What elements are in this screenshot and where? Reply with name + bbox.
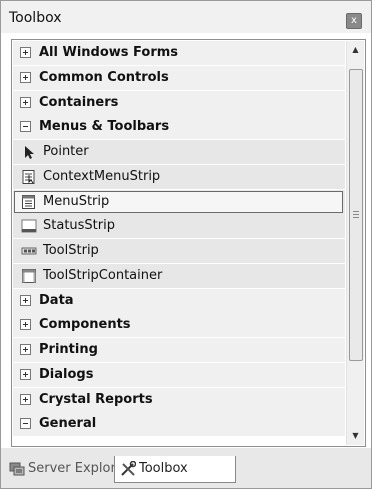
category-general[interactable]: General: [13, 412, 345, 436]
context-menu-strip-icon: [21, 169, 37, 185]
tool-strip-icon: [21, 243, 37, 259]
server-explorer-icon: [9, 462, 25, 476]
window-title: Toolbox: [9, 10, 62, 26]
scroll-thumb[interactable]: [349, 69, 363, 361]
toolbox-item-statusstrip[interactable]: StatusStrip: [13, 214, 345, 238]
scroll-up-button[interactable]: ▲: [347, 41, 364, 58]
menu-strip-icon: [21, 194, 37, 210]
row-label: ContextMenuStrip: [43, 169, 161, 184]
toolbox-item-contextmenustrip[interactable]: ContextMenuStrip: [13, 165, 345, 189]
expand-icon[interactable]: [20, 47, 31, 58]
expand-icon[interactable]: [20, 369, 31, 380]
status-strip-icon: [21, 218, 37, 234]
pointer-icon: [21, 144, 37, 160]
category-components[interactable]: Components: [13, 313, 345, 337]
row-label: Dialogs: [39, 367, 94, 382]
row-label: Pointer: [43, 144, 89, 159]
tool-strip-container-icon: [21, 268, 37, 284]
expand-icon[interactable]: [20, 295, 31, 306]
scroll-down-button[interactable]: ▼: [347, 427, 364, 444]
row-label: Data: [39, 293, 74, 308]
toolbox-item-pointer[interactable]: Pointer: [13, 140, 345, 164]
toolbox-item-toolstrip[interactable]: ToolStrip: [13, 239, 345, 263]
category-all-windows-forms[interactable]: All Windows Forms: [13, 41, 345, 65]
toolbox-icon: [121, 461, 136, 476]
expand-icon[interactable]: [20, 97, 31, 108]
toolbox-list-frame: All Windows Forms Common Controls Containe…: [11, 39, 366, 447]
toolbox-list: All Windows Forms Common Controls Containe…: [13, 41, 345, 445]
close-button[interactable]: x: [346, 13, 362, 29]
toolbox-window: Toolbox x All Windows Forms Common Contro…: [0, 0, 372, 489]
expand-icon[interactable]: [20, 319, 31, 330]
toolbox-item-menustrip[interactable]: MenuStrip: [13, 190, 345, 214]
tab-strip: Server Explorer Toolbox: [1, 448, 371, 488]
row-label: ToolStrip: [43, 243, 99, 258]
expand-icon[interactable]: [20, 72, 31, 83]
collapse-icon[interactable]: [20, 418, 31, 429]
tab-server-explorer[interactable]: Server Explorer: [5, 456, 129, 482]
category-dialogs[interactable]: Dialogs: [13, 363, 345, 387]
vertical-scrollbar[interactable]: ▲ ▼: [346, 41, 364, 445]
category-containers[interactable]: Containers: [13, 91, 345, 115]
category-common-controls[interactable]: Common Controls: [13, 66, 345, 90]
toolbox-item-toolstripcontainer[interactable]: ToolStripContainer: [13, 264, 345, 288]
tab-toolbox[interactable]: Toolbox: [114, 456, 236, 483]
row-label: MenuStrip: [43, 194, 110, 209]
grip-line: [353, 214, 359, 215]
title-bar: Toolbox x: [1, 1, 371, 33]
row-label: Common Controls: [39, 70, 169, 85]
collapse-icon[interactable]: [20, 121, 31, 132]
grip-line: [353, 211, 359, 212]
row-label: ToolStripContainer: [43, 268, 163, 283]
row-label: General: [39, 416, 97, 431]
tab-label: Toolbox: [139, 461, 188, 476]
chevron-down-icon: ▼: [352, 431, 359, 440]
row-label: Components: [39, 317, 131, 332]
row-label: Printing: [39, 342, 98, 357]
row-label: StatusStrip: [43, 218, 115, 233]
row-label: Crystal Reports: [39, 392, 153, 407]
category-printing[interactable]: Printing: [13, 338, 345, 362]
category-crystal-reports[interactable]: Crystal Reports: [13, 388, 345, 412]
grip-line: [353, 217, 359, 218]
close-icon: x: [351, 15, 357, 26]
row-label: Containers: [39, 95, 119, 110]
row-label: All Windows Forms: [39, 45, 179, 60]
row-label: Menus & Toolbars: [39, 119, 170, 134]
expand-icon[interactable]: [20, 394, 31, 405]
category-menus-and-toolbars[interactable]: Menus & Toolbars: [13, 115, 345, 139]
expand-icon[interactable]: [20, 344, 31, 355]
chevron-up-icon: ▲: [352, 45, 359, 54]
category-data[interactable]: Data: [13, 289, 345, 313]
